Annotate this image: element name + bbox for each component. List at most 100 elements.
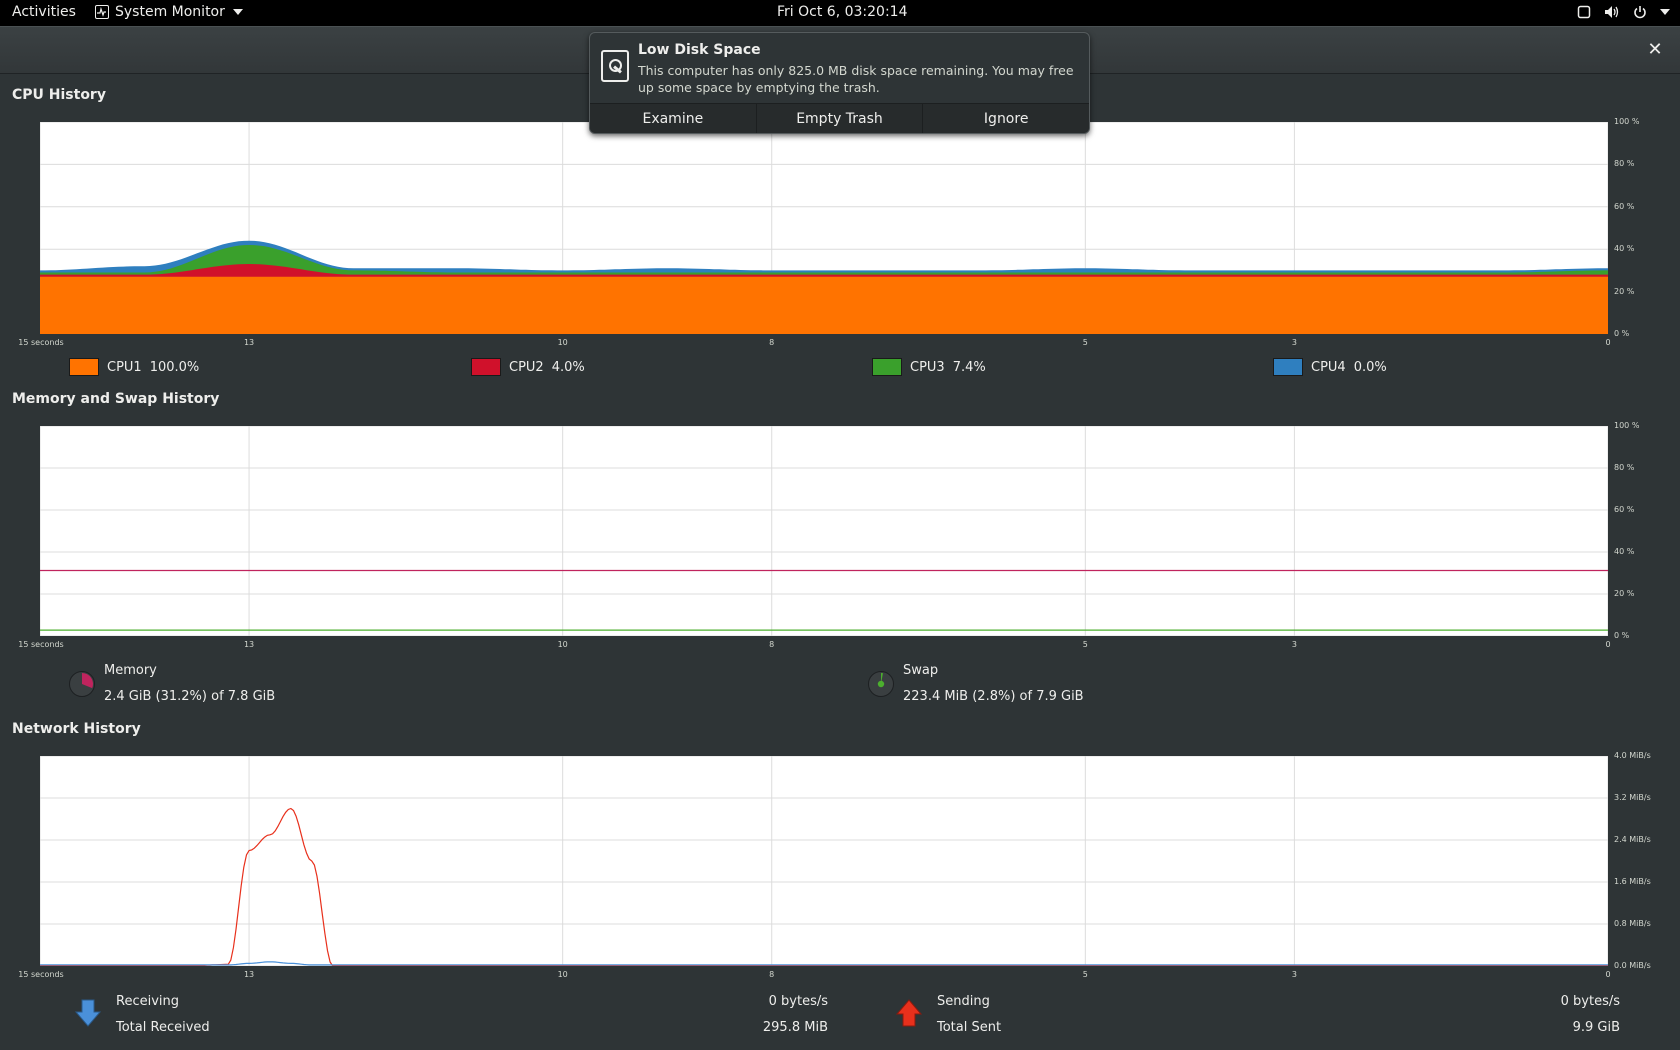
- notification-body: This computer has only 825.0 MB disk spa…: [638, 63, 1074, 95]
- network-y-tick-label: 4.0 MiB/s: [1614, 751, 1651, 760]
- memory-x-tick-label: 15 seconds: [18, 640, 64, 649]
- memory-y-tick-label: 20 %: [1614, 589, 1635, 598]
- cpu-x-tick-label: 5: [1082, 338, 1088, 347]
- memory-history-title: Memory and Swap History: [12, 391, 220, 407]
- cpu-y-tick-label: 100 %: [1614, 117, 1640, 126]
- network-y-tick-label: 3.2 MiB/s: [1614, 793, 1651, 802]
- cpu-x-tick-label: 13: [243, 338, 255, 347]
- empty-trash-button[interactable]: Empty Trash: [757, 104, 924, 133]
- cpu-history-title: CPU History: [12, 87, 106, 103]
- receiving-value: 0 bytes/s: [768, 994, 828, 1009]
- cpu1-value: 100.0%: [149, 359, 200, 375]
- cpu2-value: 4.0%: [551, 359, 585, 375]
- network-y-tick-label: 1.6 MiB/s: [1614, 877, 1651, 886]
- memory-x-tick-label: 10: [557, 640, 568, 649]
- memory-pie-icon[interactable]: [69, 671, 95, 697]
- sending-value: 0 bytes/s: [1560, 994, 1620, 1009]
- network-x-tick-label: 10: [557, 970, 568, 979]
- power-icon: [1632, 4, 1648, 20]
- network-x-tick-label: 15 seconds: [18, 970, 64, 979]
- cpu-y-tick-label: 20 %: [1614, 286, 1635, 296]
- screen-icon: [1576, 4, 1592, 20]
- cpu1-color-swatch[interactable]: [69, 358, 99, 376]
- examine-button[interactable]: Examine: [590, 104, 757, 133]
- swap-pie-icon[interactable]: [868, 671, 894, 697]
- swap-value: 223.4 MiB (2.8%) of 7.9 GiB: [903, 689, 1084, 704]
- cpu-x-tick-label: 8: [769, 338, 775, 347]
- memory-x-tick-label: 3: [1291, 640, 1297, 649]
- network-y-tick-label: 0.8 MiB/s: [1614, 919, 1651, 928]
- volume-icon: [1604, 4, 1620, 20]
- app-name: System Monitor: [115, 4, 225, 20]
- cpu1-legend[interactable]: CPU1 100.0%: [69, 358, 199, 376]
- total-received-value: 295.8 MiB: [762, 1020, 828, 1035]
- memory-x-tick-label: 5: [1082, 640, 1088, 649]
- cpu-x-tick-label: 10: [557, 338, 568, 347]
- sending-line: [40, 961, 1608, 966]
- memory-x-tick-label: 8: [769, 640, 775, 649]
- memory-y-tick-label: 80 %: [1614, 463, 1635, 472]
- memory-y-tick-label: 0 %: [1614, 631, 1630, 640]
- network-x-tick-label: 5: [1082, 970, 1088, 979]
- cpu4-value: 0.0%: [1353, 359, 1387, 375]
- cpu3-value: 7.4%: [952, 359, 986, 375]
- clock[interactable]: Fri Oct 6, 03:20:14: [777, 4, 907, 20]
- ignore-button[interactable]: Ignore: [923, 104, 1089, 133]
- swap-label: Swap: [903, 663, 939, 678]
- memory-label: Memory: [104, 663, 157, 678]
- memory-x-tick-label: 13: [243, 640, 255, 649]
- network-x-tick-label: 8: [769, 970, 775, 979]
- memory-y-tick-label: 100 %: [1614, 421, 1640, 430]
- activities-button[interactable]: Activities: [12, 4, 76, 20]
- top-bar: Activities System Monitor Fri Oct 6, 03:…: [0, 0, 1680, 26]
- total-sent-label: Total Sent: [937, 1020, 1002, 1035]
- cpu3-label: CPU3: [910, 359, 945, 375]
- cpu4-legend[interactable]: CPU4 0.0%: [1273, 358, 1387, 376]
- chevron-down-icon: [1660, 9, 1670, 15]
- total-received-label: Total Received: [116, 1020, 210, 1035]
- cpu4-color-swatch[interactable]: [1273, 358, 1303, 376]
- cpu-history-graph: [40, 122, 1608, 334]
- memory-history-graph: [40, 426, 1608, 636]
- sending-label: Sending: [937, 994, 990, 1009]
- memory-x-tick-label: 0: [1605, 640, 1611, 649]
- cpu-y-tick-label: 80 %: [1614, 159, 1635, 169]
- sending-arrow-icon[interactable]: [895, 998, 923, 1032]
- memory-y-tick-label: 40 %: [1614, 547, 1635, 556]
- chevron-down-icon: [232, 9, 243, 15]
- memory-value: 2.4 GiB (31.2%) of 7.8 GiB: [104, 689, 276, 704]
- network-y-tick-label: 0.0 MiB/s: [1614, 961, 1651, 970]
- memory-y-tick-label: 60 %: [1614, 505, 1635, 514]
- cpu-x-tick-label: 0: [1605, 338, 1611, 347]
- network-y-tick-label: 2.4 MiB/s: [1614, 835, 1651, 844]
- cpu-x-tick-label: 15 seconds: [18, 338, 64, 347]
- disk-usage-icon: [601, 50, 629, 82]
- cpu1-area: [40, 276, 1608, 334]
- network-history-title: Network History: [12, 721, 141, 737]
- close-button[interactable]: ✕: [1644, 39, 1666, 61]
- system-monitor-icon: [95, 5, 109, 19]
- cpu1-label: CPU1: [107, 359, 142, 375]
- network-x-tick-label: 0: [1605, 970, 1611, 979]
- total-sent-value: 9.9 GiB: [1572, 1020, 1620, 1035]
- receiving-line: [40, 807, 1608, 966]
- network-history-graph: [40, 756, 1608, 966]
- notification-actions: Examine Empty Trash Ignore: [590, 103, 1089, 133]
- cpu3-color-swatch[interactable]: [872, 358, 902, 376]
- cpu-y-tick-label: 60 %: [1614, 201, 1635, 211]
- notification-title: Low Disk Space: [638, 42, 761, 58]
- cpu3-legend[interactable]: CPU3 7.4%: [872, 358, 986, 376]
- receiving-label: Receiving: [116, 994, 180, 1009]
- low-disk-space-notification[interactable]: Low Disk Space This computer has only 82…: [589, 32, 1090, 134]
- cpu4-label: CPU4: [1311, 359, 1346, 375]
- app-menu[interactable]: System Monitor: [95, 4, 243, 20]
- network-x-tick-label: 3: [1291, 970, 1297, 979]
- receiving-arrow-icon[interactable]: [74, 998, 102, 1032]
- cpu-y-tick-label: 40 %: [1614, 244, 1635, 254]
- cpu2-color-swatch[interactable]: [471, 358, 501, 376]
- cpu-x-tick-label: 3: [1291, 338, 1297, 347]
- system-menu[interactable]: [1576, 4, 1670, 20]
- network-x-tick-label: 13: [243, 970, 255, 979]
- cpu2-legend[interactable]: CPU2 4.0%: [471, 358, 585, 376]
- cpu2-label: CPU2: [509, 359, 544, 375]
